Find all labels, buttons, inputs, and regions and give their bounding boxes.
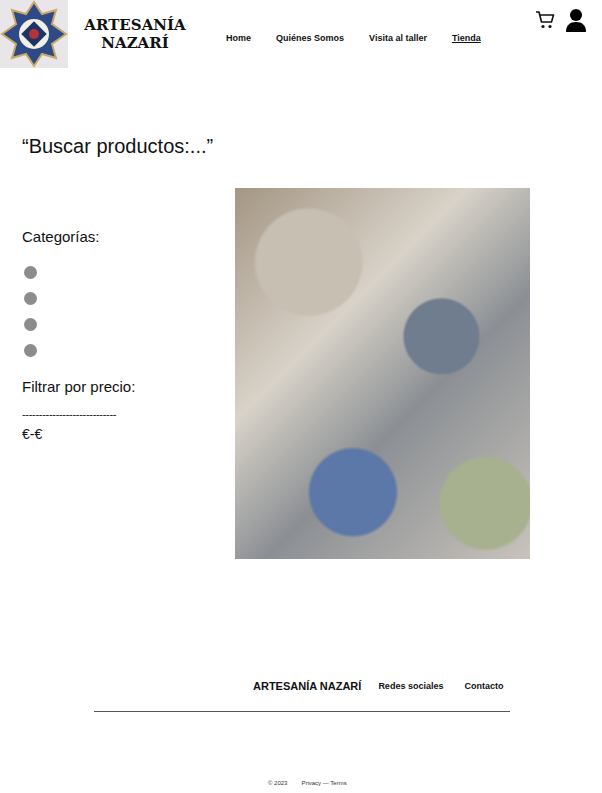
category-radio[interactable] [24,292,37,305]
footer-divider [94,711,510,712]
brand-line: NAZARÍ [74,34,196,52]
logo-icon[interactable] [0,0,68,68]
legal-links[interactable]: Privacy — Terms [301,779,346,787]
craft-collage-image [235,188,530,559]
filters-sidebar: Categorías: Filtrar por precio: --------… [22,188,235,559]
price-slider[interactable]: ---------------------------- [22,408,235,420]
category-list [22,266,235,357]
cart-icon[interactable] [535,10,555,30]
footer-brand[interactable]: ARTESANÍA NAZARÍ [253,680,361,692]
footer: ARTESANÍA NAZARÍ Redes socialesContacto … [0,677,602,787]
price-range: €-€ [22,426,235,442]
main-nav: Home Quiénes Somos Visita al taller Tienda [226,33,481,43]
footer-links: ARTESANÍA NAZARÍ Redes sociales Contacto [0,677,602,695]
copyright: © 2023 [268,779,287,787]
brand-line: ARTESANÍA [74,16,196,34]
footer-link[interactable]: Contacto [464,681,503,691]
nav-link[interactable]: Quiénes Somos [276,33,344,43]
brand-logo[interactable]: ARTESANÍANAZARÍ [74,16,196,52]
categories-label: Categorías: [22,228,235,246]
category-radio[interactable] [24,344,37,357]
category-radio[interactable] [24,318,37,331]
category-radio[interactable] [24,266,37,279]
shop-columns: Categorías: Filtrar por precio: --------… [22,188,602,559]
nav-link[interactable]: Home [226,33,251,43]
page: ARTESANÍANAZARÍ Home Quiénes Somos Visita … [0,0,602,793]
nav-link[interactable]: Tienda [452,33,481,43]
search-field[interactable]: “Buscar productos:...” [22,134,602,158]
header: ARTESANÍANAZARÍ Home Quiénes Somos Visita … [0,0,602,68]
footer-bottom: © 2023 Privacy — Terms [0,779,602,787]
price-filter-label: Filtrar por precio: [22,378,235,396]
footer-link[interactable]: Redes sociales [378,681,443,691]
shop-main: “Buscar productos:...” Categorías: Filtr… [0,134,602,559]
user-icon[interactable] [566,8,586,32]
nav-link[interactable]: Visita al taller [369,33,427,43]
header-icons [535,8,586,32]
